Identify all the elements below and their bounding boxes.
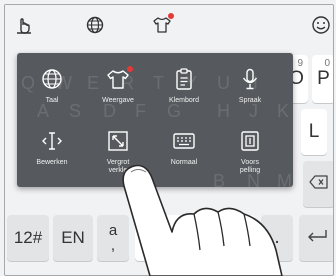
shirt-icon [106, 66, 133, 91]
clipboard-icon [172, 67, 196, 91]
microphone-icon [235, 219, 243, 241]
space-key[interactable] [135, 215, 255, 261]
key-p[interactable]: 0 P [312, 55, 333, 103]
key-l[interactable]: L [301, 109, 327, 155]
panel-item-label: Weergave [102, 97, 134, 104]
language-key[interactable]: EN [53, 215, 93, 261]
shirt-icon[interactable] [152, 13, 174, 35]
backspace-icon [309, 173, 329, 195]
period-key-label: . [274, 227, 280, 248]
panel-item-klembord[interactable]: Klembord [153, 59, 215, 119]
panel-item-weergave[interactable]: Weergave [87, 59, 149, 119]
comma-key[interactable]: a , [97, 215, 129, 261]
panel-item-label-line2: verkle [108, 167, 128, 174]
smiley-icon[interactable] [311, 15, 331, 35]
globe-icon [40, 67, 64, 91]
key-l-label: L [308, 121, 320, 142]
keyboard-toolbar [5, 5, 333, 45]
numbers-key-label: 12# [13, 228, 43, 247]
prediction-icon [238, 129, 262, 153]
microphone-icon [238, 67, 262, 91]
panel-item-voorspelling[interactable]: Voors pelling [219, 121, 281, 181]
resize-icon [106, 129, 130, 153]
panel-item-label: Klembord [169, 97, 199, 104]
panel-item-label: Vergrot verkle [107, 159, 130, 175]
period-key[interactable]: . [261, 215, 293, 261]
panel-item-label-line2: pelling [239, 167, 261, 174]
key-p-label: P [317, 68, 330, 89]
keyboard-settings-panel: Q W E R T Y U I A S D F G H J K B N M Ta… [17, 53, 293, 191]
globe-icon[interactable] [85, 15, 105, 35]
keyboard-frame: 9 O 0 P L 12# EN a , . Q W E R T Y U I A… [4, 4, 334, 276]
panel-item-spraak[interactable]: Spraak [219, 59, 281, 119]
panel-item-label: Normaal [170, 159, 198, 166]
numbers-key[interactable]: 12# [7, 215, 49, 261]
panel-item-label: Voors pelling [240, 159, 260, 175]
comma-key-label: , [110, 237, 116, 254]
panel-item-label: Bewerken [36, 159, 68, 166]
panel-item-label-line1: Vergrot [106, 159, 130, 166]
panel-item-vergroten-verkleinen[interactable]: Vergrot verkle [87, 121, 149, 181]
panel-item-label: Spraak [238, 97, 262, 104]
notification-dot-icon [168, 13, 174, 19]
key-o-hint: 9 [297, 58, 303, 69]
backspace-key[interactable] [303, 161, 333, 207]
enter-icon [306, 227, 328, 249]
panel-item-taal[interactable]: Taal [21, 59, 83, 119]
panel-item-bewerken[interactable]: Bewerken [21, 121, 83, 181]
keyboard-icon [172, 129, 196, 153]
notification-dot-icon [127, 66, 133, 72]
language-key-label: EN [61, 228, 85, 247]
text-cursor-icon [40, 129, 64, 153]
enter-key[interactable] [299, 215, 333, 261]
key-p-hint: 0 [324, 58, 330, 69]
panel-item-label: Taal [45, 97, 59, 104]
hand-icon[interactable] [14, 15, 34, 35]
panel-item-label-line1: Voors [241, 159, 259, 166]
panel-item-normaal[interactable]: Normaal [153, 121, 215, 181]
comma-key-alt: a [108, 222, 118, 239]
